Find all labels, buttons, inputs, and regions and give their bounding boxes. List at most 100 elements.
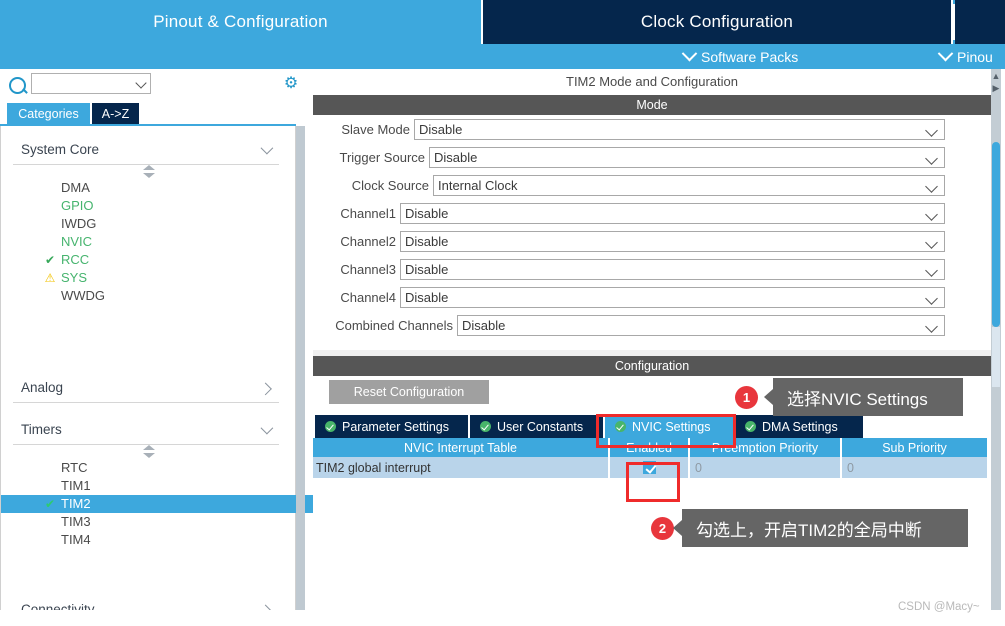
group-timers-header[interactable]: Timers: [13, 414, 279, 445]
tree-item-nvic[interactable]: NVIC: [13, 233, 279, 251]
clock-source-label: Clock Source: [351, 178, 429, 193]
scroll-up-arrow-icon[interactable]: ▲: [991, 70, 1001, 82]
tab-user-constants[interactable]: User Constants: [470, 415, 605, 438]
row-slave-mode: Slave Mode Disable: [341, 119, 945, 140]
tree-item-tim3[interactable]: TIM3: [13, 513, 279, 531]
group-timers: Timers RTC TIM1 ✔ TIM2 TIM3 TIM4: [1, 414, 327, 549]
tree-item-wwdg[interactable]: WWDG: [13, 287, 279, 305]
row-channel3: Channel3 Disable: [340, 259, 945, 280]
annotation-highlight-nvic-tab: [596, 414, 736, 448]
tree-item-sys[interactable]: ⚠ SYS: [13, 269, 279, 287]
tab-parameter-settings-label: Parameter Settings: [342, 419, 449, 434]
main-scrollbar-thumb[interactable]: [992, 142, 1000, 327]
column-header-sub-priority: Sub Priority: [842, 438, 989, 457]
tree-item-dma-label: DMA: [61, 180, 90, 195]
group-system-core-header[interactable]: System Core: [13, 134, 279, 165]
chevron-down-icon[interactable]: [135, 77, 147, 89]
tab-dma-settings[interactable]: DMA Settings: [735, 415, 865, 438]
mode-section-label: Mode: [636, 98, 668, 112]
tab-categories[interactable]: Categories: [7, 103, 90, 125]
sidebar-scrollbar[interactable]: [296, 126, 305, 626]
sidebar: ⚙ Categories A->Z System Core DMA GPIO I…: [0, 69, 327, 626]
tree-item-iwdg[interactable]: IWDG: [13, 215, 279, 233]
search-combobox[interactable]: [31, 73, 151, 94]
chevron-down-icon: [925, 152, 938, 165]
channel3-label: Channel3: [340, 262, 396, 277]
check-circle-icon: [480, 421, 491, 432]
gear-icon[interactable]: ⚙: [283, 76, 299, 92]
sub-priority-cell[interactable]: 0: [842, 457, 989, 479]
annotation-callout-2: 勾选上，开启TIM2的全局中断: [673, 509, 968, 547]
interrupt-name: TIM2 global interrupt: [313, 457, 610, 479]
tree-item-gpio[interactable]: GPIO: [13, 197, 279, 215]
pinout-menu-label: Pinou: [957, 48, 993, 65]
clock-source-value: Internal Clock: [438, 178, 518, 193]
tree-item-tim3-label: TIM3: [61, 514, 91, 529]
sidebar-search-row: ⚙: [0, 69, 305, 103]
channel2-label: Channel2: [340, 234, 396, 249]
combined-channels-label: Combined Channels: [335, 318, 453, 333]
slave-mode-value: Disable: [419, 122, 463, 137]
scroll-spinner-icon[interactable]: [143, 165, 156, 178]
configuration-section-label: Configuration: [614, 359, 690, 373]
chevron-down-icon: [260, 141, 274, 154]
search-icon: [9, 77, 26, 94]
channel2-select[interactable]: Disable: [400, 231, 945, 252]
chevron-right-icon: [259, 382, 272, 395]
tab-parameter-settings[interactable]: Parameter Settings: [315, 415, 470, 438]
reset-configuration-button[interactable]: Reset Configuration: [329, 380, 489, 404]
channel1-select[interactable]: Disable: [400, 203, 945, 224]
tree-item-tim4[interactable]: TIM4: [13, 531, 279, 549]
top-tab-bar: Pinout & Configuration Clock Configurati…: [0, 0, 1005, 44]
group-analog-label: Analog: [21, 379, 64, 395]
group-system-core: System Core DMA GPIO IWDG NVIC ✔ RCC ⚠ S…: [13, 134, 279, 305]
tree-item-tim2[interactable]: ✔ TIM2: [1, 495, 327, 513]
trigger-source-select[interactable]: Disable: [429, 147, 945, 168]
annotation-callout-1-text: 选择NVIC Settings: [787, 389, 928, 409]
scroll-spinner-icon[interactable]: [143, 445, 156, 458]
group-analog-header[interactable]: Analog: [13, 372, 279, 403]
annotation-badge-2: 2: [651, 517, 674, 540]
search-input[interactable]: [32, 74, 134, 93]
channel4-select[interactable]: Disable: [400, 287, 945, 308]
bottom-filler: [0, 610, 1005, 626]
column-header-interrupt-table: NVIC Interrupt Table: [313, 438, 610, 457]
tree-item-rcc-label: RCC: [61, 252, 90, 267]
page-title: TIM2 Mode and Configuration: [313, 69, 991, 93]
sidebar-view-tabs: Categories A->Z: [0, 103, 305, 125]
combined-channels-select[interactable]: Disable: [457, 315, 945, 336]
watermark: CSDN @Macy~: [898, 601, 980, 613]
tree-item-rcc[interactable]: ✔ RCC: [13, 251, 279, 269]
tree-item-dma[interactable]: DMA: [13, 179, 279, 197]
tree-item-rtc[interactable]: RTC: [13, 459, 279, 477]
tab-clock-configuration[interactable]: Clock Configuration: [481, 0, 953, 44]
clock-source-select[interactable]: Internal Clock: [433, 175, 945, 196]
tree-item-tim1[interactable]: TIM1: [13, 477, 279, 495]
software-packs-menu[interactable]: Software Packs: [681, 44, 798, 69]
chevron-down-icon: [925, 208, 938, 221]
check-icon: ✔: [44, 253, 56, 267]
chevron-down-icon: [925, 124, 938, 137]
main-scrollbar-thumb-secondary[interactable]: [992, 327, 1000, 387]
tree-item-gpio-label: GPIO: [61, 198, 94, 213]
tree-item-wwdg-label: WWDG: [61, 288, 106, 303]
warning-icon: ⚠: [44, 271, 56, 285]
mode-settings: Slave Mode Disable Trigger Source Disabl…: [313, 115, 991, 354]
annotation-highlight-checkbox: [626, 462, 680, 502]
tab-pinout-and-configuration[interactable]: Pinout & Configuration: [0, 0, 481, 44]
scroll-down-arrow-icon[interactable]: ▶: [991, 82, 1001, 94]
sub-menu-bar: Software Packs Pinou: [0, 44, 1005, 69]
chevron-down-icon: [925, 180, 938, 193]
tree-item-tim4-label: TIM4: [61, 532, 91, 547]
channel3-value: Disable: [405, 262, 449, 277]
preemption-priority-cell[interactable]: 0: [690, 457, 842, 479]
slave-mode-select[interactable]: Disable: [414, 119, 945, 140]
channel3-select[interactable]: Disable: [400, 259, 945, 280]
sidebar-scrollbar-thumb[interactable]: [296, 126, 305, 556]
chevron-down-icon: [925, 320, 938, 333]
tab-a-to-z[interactable]: A->Z: [92, 103, 139, 125]
pinout-menu[interactable]: Pinou: [937, 44, 993, 69]
chevron-down-icon: [937, 45, 954, 62]
tab-project-manager-partial[interactable]: [955, 0, 1005, 44]
channel2-value: Disable: [405, 234, 449, 249]
